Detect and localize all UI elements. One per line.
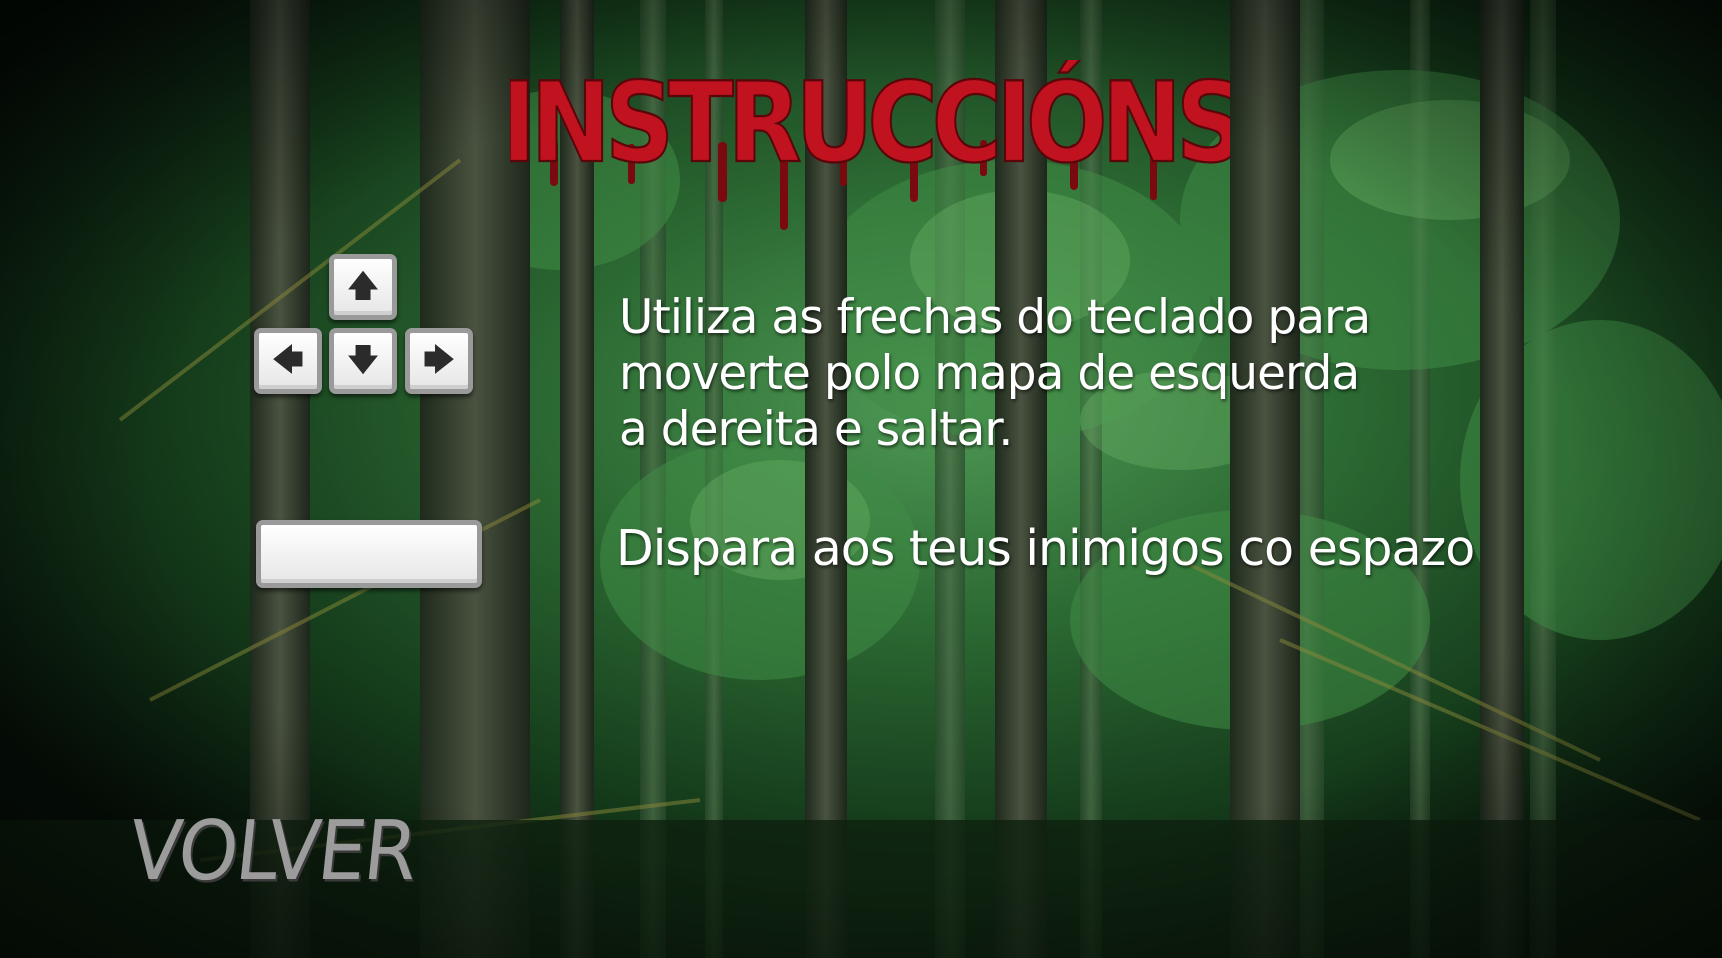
back-button[interactable]: VOLVER xyxy=(116,796,429,904)
move-instructions: Utiliza as frechas do teclado para mover… xyxy=(619,290,1499,458)
move-instruction-line: moverte polo mapa de esquerda xyxy=(619,346,1360,401)
arrow-up-icon: 🡅 xyxy=(347,269,379,304)
page-title: INSTRUCCIÓNS xyxy=(510,60,1230,230)
move-instruction-line: a dereita e saltar. xyxy=(619,402,1013,457)
shoot-instruction: Dispara aos teus inimigos co espazo xyxy=(616,520,1475,577)
arrow-left-key: 🡄 xyxy=(254,328,322,394)
arrow-down-key: 🡇 xyxy=(329,328,397,394)
arrow-right-icon: 🡆 xyxy=(423,343,455,378)
arrow-up-key: 🡅 xyxy=(329,254,397,320)
instructions-screen: INSTRUCCIÓNS 🡅 🡄 🡇 🡆 Utiliza as frechas … xyxy=(0,0,1722,958)
page-title-text: INSTRUCCIÓNS xyxy=(510,60,1230,188)
arrow-down-icon: 🡇 xyxy=(347,343,379,378)
arrow-right-key: 🡆 xyxy=(405,328,473,394)
move-instruction-line: Utiliza as frechas do teclado para xyxy=(619,290,1371,345)
spacebar-key xyxy=(256,520,482,588)
arrow-left-icon: 🡄 xyxy=(272,343,304,378)
